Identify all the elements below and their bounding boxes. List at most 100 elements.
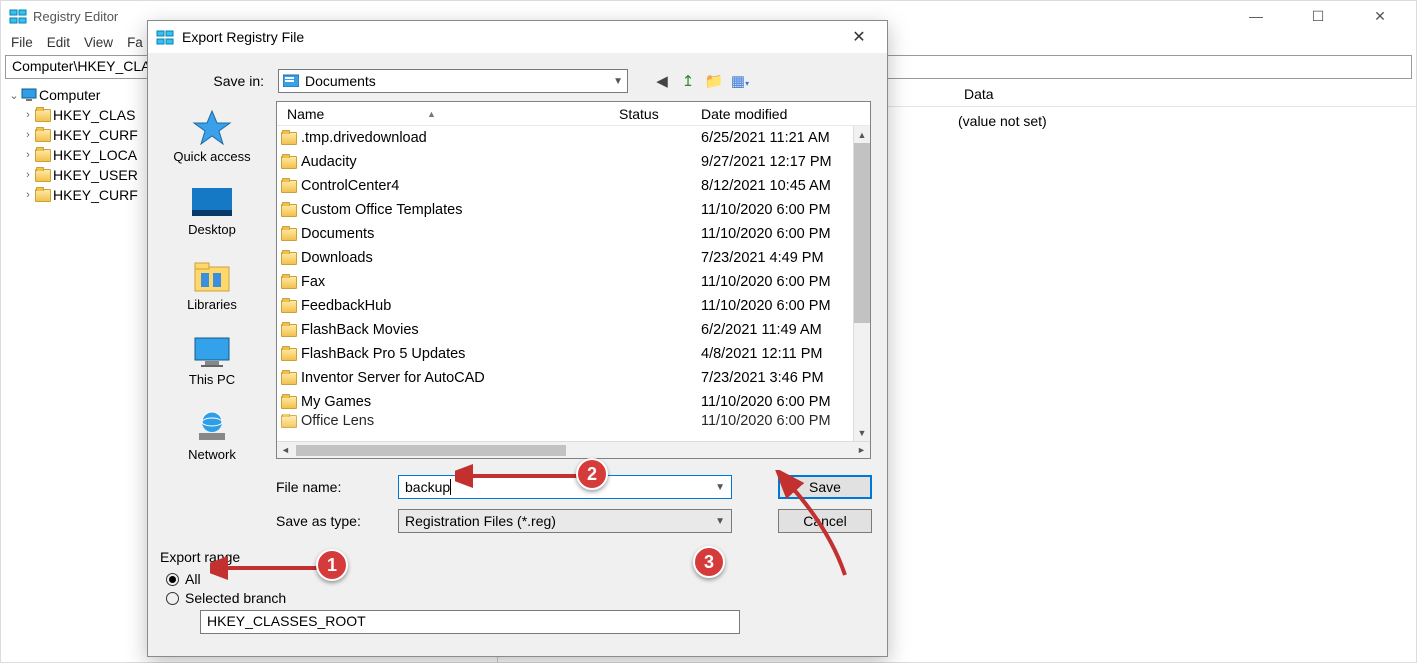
close-button[interactable]: ✕: [1358, 8, 1402, 25]
file-row[interactable]: FlashBack Pro 5 Updates 4/8/2021 12:11 PM: [277, 342, 870, 366]
column-header-data[interactable]: Data: [956, 86, 1416, 102]
file-name: Downloads: [301, 250, 619, 266]
tree-expand-icon[interactable]: ›: [21, 189, 35, 201]
tree-expand-icon[interactable]: ›: [21, 169, 35, 181]
save-as-type-combo[interactable]: Registration Files (*.reg) ▼: [398, 509, 732, 533]
file-row[interactable]: Inventor Server for AutoCAD 7/23/2021 3:4…: [277, 366, 870, 390]
file-row[interactable]: Audacity9/27/2021 12:17 PM: [277, 150, 870, 174]
tree-expand-icon[interactable]: ›: [21, 109, 35, 121]
file-row[interactable]: Downloads7/23/2021 4:49 PM: [277, 246, 870, 270]
place-this-pc[interactable]: This PC: [189, 334, 235, 387]
save-in-label: Save in:: [208, 73, 268, 89]
scroll-thumb[interactable]: [854, 143, 870, 323]
radio-selected-branch[interactable]: Selected branch: [166, 590, 869, 606]
file-name: Fax: [301, 274, 619, 290]
tree-key[interactable]: HKEY_LOCA: [53, 147, 137, 163]
selected-branch-input[interactable]: HKEY_CLASSES_ROOT: [200, 610, 740, 634]
file-date: 6/25/2021 11:21 AM: [701, 130, 870, 146]
file-row[interactable]: Office Lens11/10/2020 6:00 PM: [277, 414, 870, 428]
regedit-icon: [156, 28, 174, 46]
folder-icon: [277, 132, 301, 145]
file-list[interactable]: Name▲ Status Date modified .tmp.drivedow…: [276, 101, 871, 459]
file-row[interactable]: My Games11/10/2020 6:00 PM: [277, 390, 870, 414]
file-row[interactable]: ControlCenter48/12/2021 10:45 AM: [277, 174, 870, 198]
column-name[interactable]: Name▲: [277, 106, 619, 122]
save-as-type-label: Save as type:: [276, 513, 386, 529]
dialog-title-bar[interactable]: Export Registry File ✕: [148, 21, 887, 53]
tree-key[interactable]: HKEY_USER: [53, 167, 138, 183]
tree-key[interactable]: HKEY_CURF: [53, 187, 138, 203]
file-date: 9/27/2021 12:17 PM: [701, 154, 870, 170]
menu-edit[interactable]: Edit: [47, 35, 70, 50]
tree-key[interactable]: HKEY_CLAS: [53, 107, 135, 123]
file-name: Office Lens: [301, 414, 619, 428]
dropdown-icon: ▼: [715, 516, 725, 527]
radio-all[interactable]: All: [166, 571, 869, 587]
export-range-label: Export range: [160, 549, 875, 565]
dialog-title: Export Registry File: [182, 29, 304, 45]
tree-expand-icon[interactable]: ›: [21, 149, 35, 161]
file-name: .tmp.drivedownload: [301, 130, 619, 146]
file-name: FeedbackHub: [301, 298, 619, 314]
file-name-input[interactable]: backup ▼: [398, 475, 732, 499]
folder-icon: [277, 204, 301, 217]
folder-icon: [35, 149, 51, 162]
file-name: FlashBack Pro 5 Updates: [301, 346, 619, 362]
nav-up-icon[interactable]: ↥: [678, 72, 698, 90]
folder-icon: [277, 228, 301, 241]
nav-back-icon[interactable]: ◀: [652, 72, 672, 90]
new-folder-icon[interactable]: 📁: [704, 72, 724, 90]
scroll-up-icon[interactable]: ▲: [854, 126, 870, 143]
file-row[interactable]: Custom Office Templates11/10/2020 6:00 P…: [277, 198, 870, 222]
folder-icon: [277, 324, 301, 337]
menu-file[interactable]: File: [11, 35, 33, 50]
maximize-button[interactable]: ☐: [1296, 8, 1340, 25]
cancel-button[interactable]: Cancel: [778, 509, 872, 533]
place-libraries[interactable]: Libraries: [187, 259, 237, 312]
place-quick-access[interactable]: Quick access: [173, 109, 250, 164]
column-status[interactable]: Status: [619, 106, 701, 122]
tree-key[interactable]: HKEY_CURF: [53, 127, 138, 143]
tree-root[interactable]: Computer: [39, 87, 100, 103]
export-range-group: Export range All Selected branch HKEY_CL…: [160, 549, 875, 634]
file-row[interactable]: FeedbackHub 11/10/2020 6:00 PM: [277, 294, 870, 318]
column-date[interactable]: Date modified: [701, 106, 870, 122]
horizontal-scrollbar[interactable]: ◄ ►: [277, 441, 870, 458]
vertical-scrollbar[interactable]: ▲ ▼: [853, 126, 870, 441]
place-network[interactable]: Network: [188, 409, 236, 462]
scroll-right-icon[interactable]: ►: [853, 442, 870, 459]
folder-icon: [277, 276, 301, 289]
folder-icon: [277, 252, 301, 265]
file-date: 11/10/2020 6:00 PM: [701, 298, 870, 314]
menu-favorites[interactable]: Fa: [127, 35, 143, 50]
place-desktop[interactable]: Desktop: [188, 186, 236, 237]
scroll-thumb[interactable]: [296, 445, 566, 456]
menu-view[interactable]: View: [84, 35, 113, 50]
folder-icon: [277, 396, 301, 409]
scroll-down-icon[interactable]: ▼: [854, 424, 870, 441]
file-date: 7/23/2021 3:46 PM: [701, 370, 870, 386]
radio-icon: [166, 592, 179, 605]
scroll-left-icon[interactable]: ◄: [277, 442, 294, 459]
view-menu-icon[interactable]: ▦▾: [730, 72, 750, 90]
file-date: 11/10/2020 6:00 PM: [701, 394, 870, 410]
file-name: Documents: [301, 226, 619, 242]
file-name: Inventor Server for AutoCAD: [301, 370, 619, 386]
save-button[interactable]: Save: [778, 475, 872, 499]
save-in-combo[interactable]: Documents ▼: [278, 69, 628, 93]
file-row[interactable]: FlashBack Movies6/2/2021 11:49 AM: [277, 318, 870, 342]
places-sidebar: Quick access Desktop Libraries This PC N…: [158, 103, 266, 462]
radio-icon: [166, 573, 179, 586]
file-row[interactable]: Fax11/10/2020 6:00 PM: [277, 270, 870, 294]
file-date: 4/8/2021 12:11 PM: [701, 346, 870, 362]
tree-expand-icon[interactable]: ⌄: [7, 89, 21, 102]
dialog-close-button[interactable]: ✕: [839, 27, 879, 47]
folder-icon: [35, 109, 51, 122]
folder-icon: [277, 180, 301, 193]
file-row[interactable]: .tmp.drivedownload 6/25/2021 11:21 AM: [277, 126, 870, 150]
file-row[interactable]: Documents11/10/2020 6:00 PM: [277, 222, 870, 246]
file-date: 8/12/2021 10:45 AM: [701, 178, 870, 194]
sort-asc-icon: ▲: [427, 109, 436, 119]
minimize-button[interactable]: —: [1234, 8, 1278, 25]
tree-expand-icon[interactable]: ›: [21, 129, 35, 141]
